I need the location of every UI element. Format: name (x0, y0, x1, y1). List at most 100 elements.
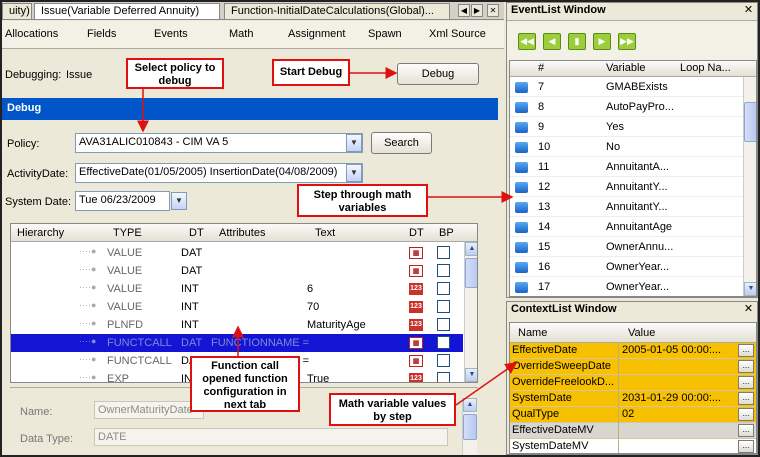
breakpoint-checkbox[interactable] (437, 372, 450, 382)
list-item[interactable]: 11 AnnuitantA... (510, 157, 743, 177)
tab-prev-document[interactable]: uity) (2, 3, 32, 19)
col-dt[interactable]: DT (189, 227, 204, 239)
tab-scroll-left-icon[interactable]: ◀ (458, 4, 470, 17)
breakpoint-checkbox[interactable] (437, 282, 450, 295)
breakpoint-checkbox[interactable] (437, 318, 450, 331)
tab-close-icon[interactable]: ✕ (487, 4, 499, 17)
menu-events[interactable]: Events (154, 28, 188, 40)
tab-issue[interactable]: Issue(Variable Deferred Annuity) (34, 3, 220, 19)
detail-scroll-up-icon[interactable]: ▲ (463, 398, 477, 412)
ev-col-loop[interactable]: Loop Na... (680, 62, 731, 74)
breakpoint-checkbox[interactable] (437, 336, 450, 349)
ev-col-variable[interactable]: Variable (606, 62, 646, 74)
event-icon (515, 262, 528, 273)
ellipsis-button-icon[interactable]: ... (738, 424, 754, 437)
table-row[interactable]: ····● PLNFD INT MaturityAge 123 (11, 316, 463, 334)
menu-allocations[interactable]: Allocations (5, 28, 58, 40)
tab-scroll-right-icon[interactable]: ▶ (471, 4, 483, 17)
list-item[interactable]: 10 No (510, 137, 743, 157)
breakpoint-checkbox[interactable] (437, 354, 450, 367)
step-forward-icon[interactable]: ▶ (593, 33, 611, 50)
ellipsis-button-icon[interactable]: ... (738, 344, 754, 357)
row-type: VALUE (107, 247, 143, 259)
policy-select[interactable]: AVA31ALIC010843 - CIM VA 5 (75, 133, 363, 153)
debug-button[interactable]: Debug (397, 63, 479, 85)
table-row[interactable]: OverrideSweepDate... (510, 359, 756, 375)
table-row[interactable]: ····● VALUE INT 70 123 (11, 298, 463, 316)
list-item[interactable]: 13 AnnuitantY... (510, 197, 743, 217)
breakpoint-checkbox[interactable] (437, 246, 450, 259)
tab-function[interactable]: Function-InitialDateCalculations(Global)… (224, 3, 450, 19)
menu-fields[interactable]: Fields (87, 28, 116, 40)
table-row[interactable]: SystemDate 2031-01-29 00:00:...... (510, 391, 756, 407)
policy-dropdown-arrow-icon[interactable]: ▼ (346, 134, 362, 152)
list-item[interactable]: 8 AutoPayPro... (510, 97, 743, 117)
col-dt2[interactable]: DT (409, 227, 424, 239)
ellipsis-button-icon[interactable]: ... (738, 376, 754, 389)
ellipsis-button-icon[interactable]: ... (738, 440, 754, 453)
event-num: 8 (538, 101, 545, 113)
list-item[interactable]: 17 OwnerYear... (510, 277, 743, 296)
scroll-up-icon[interactable]: ▲ (465, 242, 477, 256)
col-bp[interactable]: BP (439, 227, 454, 239)
ellipsis-button-icon[interactable]: ... (738, 408, 754, 421)
grid-scrollbar[interactable]: ▲ ▼ (464, 242, 477, 382)
contextlist-close-icon[interactable]: ✕ (742, 303, 755, 316)
table-row[interactable]: ····● FUNCTCALL DAT FUNCTIONNAME = I ▦ (11, 334, 463, 352)
eventlist-scrollbar[interactable]: ▼ (743, 77, 756, 296)
detail-scroll-thumb[interactable] (463, 414, 477, 440)
step-last-icon[interactable]: ▶▶ (618, 33, 636, 50)
eventlist-scroll-down-icon[interactable]: ▼ (744, 282, 756, 296)
list-item[interactable]: 9 Yes (510, 117, 743, 137)
ellipsis-button-icon[interactable]: ... (738, 392, 754, 405)
menu-xml-source[interactable]: Xml Source (429, 28, 486, 40)
ctx-col-name[interactable]: Name (518, 327, 547, 339)
list-item[interactable]: 7 GMABExists (510, 77, 743, 97)
ctx-name: EffectiveDateMV (512, 424, 594, 436)
table-row[interactable]: QualType 02... (510, 407, 756, 423)
table-row[interactable]: EffectiveDate 2005-01-05 00:00:...... (510, 343, 756, 359)
date-type-icon: ▦ (409, 355, 423, 367)
scroll-down-icon[interactable]: ▼ (465, 368, 477, 382)
event-num: 12 (538, 181, 551, 193)
ellipsis-button-icon[interactable]: ... (738, 360, 754, 373)
col-type[interactable]: TYPE (113, 227, 142, 239)
search-button[interactable]: Search (371, 132, 432, 154)
breakpoint-checkbox[interactable] (437, 264, 450, 277)
table-row[interactable]: OverrideFreelookD...... (510, 375, 756, 391)
detail-scrollbar[interactable]: ▲ (462, 398, 477, 455)
menu-assignment[interactable]: Assignment (288, 28, 345, 40)
step-back-icon[interactable]: ◀ (543, 33, 561, 50)
table-row[interactable]: ····● VALUE DAT ▦ (11, 262, 463, 280)
ctx-col-value[interactable]: Value (628, 327, 655, 339)
eventlist-close-icon[interactable]: ✕ (742, 4, 755, 17)
list-item[interactable]: 12 AnnuitantY... (510, 177, 743, 197)
col-text[interactable]: Text (315, 227, 335, 239)
step-first-icon[interactable]: ◀◀ (518, 33, 536, 50)
col-hierarchy[interactable]: Hierarchy (17, 227, 64, 239)
system-date-field[interactable]: Tue 06/23/2009 (75, 191, 170, 211)
list-item[interactable]: 16 OwnerYear... (510, 257, 743, 277)
datatype-label: Data Type: (20, 433, 73, 445)
list-item[interactable]: 15 OwnerAnnu... (510, 237, 743, 257)
step-pause-icon[interactable]: ▮ (568, 33, 586, 50)
system-date-dropdown-icon[interactable]: ▼ (171, 192, 187, 210)
activity-date-select[interactable]: EffectiveDate(01/05/2005) InsertionDate(… (75, 163, 363, 183)
breakpoint-checkbox[interactable] (437, 300, 450, 313)
table-row[interactable]: ····● VALUE INT 6 123 (11, 280, 463, 298)
eventlist-scroll-thumb[interactable] (744, 102, 756, 142)
table-row[interactable]: SystemDateMV... (510, 439, 756, 453)
col-attributes[interactable]: Attributes (219, 227, 265, 239)
date-type-icon: ▦ (409, 247, 423, 259)
event-num: 14 (538, 221, 551, 233)
table-row[interactable]: EffectiveDateMV... (510, 423, 756, 439)
menu-math[interactable]: Math (229, 28, 253, 40)
eventlist-title: EventList Window (507, 3, 757, 19)
ev-col-num[interactable]: # (538, 62, 544, 74)
scroll-thumb[interactable] (465, 258, 477, 288)
activity-dropdown-arrow-icon[interactable]: ▼ (346, 164, 362, 182)
menu-spawn[interactable]: Spawn (368, 28, 402, 40)
callout-select-policy: Select policy to debug (126, 58, 224, 89)
table-row[interactable]: ····● VALUE DAT ▦ (11, 244, 463, 262)
list-item[interactable]: 14 AnnuitantAge (510, 217, 743, 237)
